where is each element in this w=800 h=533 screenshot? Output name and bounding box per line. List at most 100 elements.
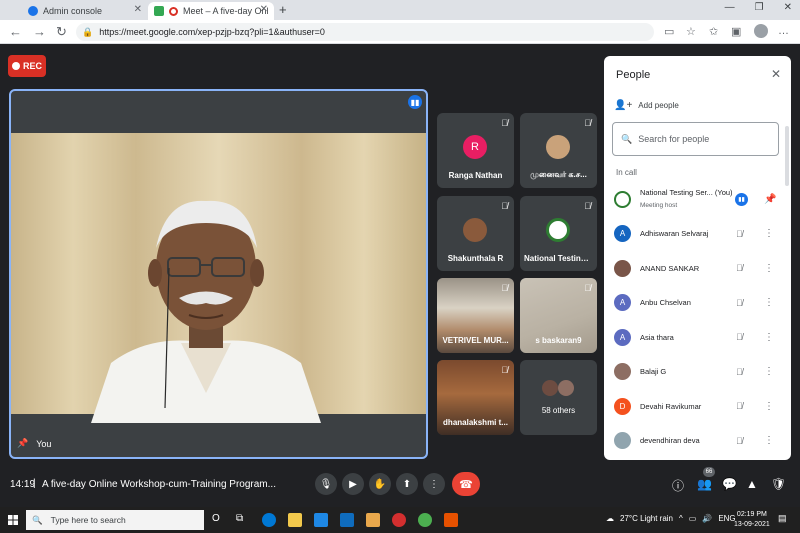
- task-view-icon[interactable]: ⧉: [236, 513, 250, 527]
- pin-icon[interactable]: 📌: [17, 438, 28, 449]
- more-options-icon[interactable]: ⋮: [764, 332, 774, 343]
- record-dot-icon: [11, 62, 20, 70]
- others-count: 58 others: [541, 406, 576, 415]
- present-button[interactable]: ⬆: [396, 473, 418, 495]
- avatar: [614, 363, 631, 381]
- participant-list: National Testing Ser... (You) Meeting ho…: [604, 182, 791, 458]
- opera-icon[interactable]: [392, 513, 406, 527]
- participant-name: Adhiswaran Selvaraj: [640, 229, 709, 239]
- participant-name: Anbu Chselvan: [640, 298, 691, 308]
- reload-icon[interactable]: ↻: [56, 24, 67, 40]
- close-window-icon[interactable]: ✕: [784, 2, 792, 13]
- avatar: [614, 190, 631, 208]
- file-explorer-icon[interactable]: [288, 513, 302, 527]
- list-item[interactable]: National Testing Ser... (You) Meeting ho…: [604, 182, 791, 217]
- speaking-indicator-icon: ▮▮: [408, 95, 422, 109]
- more-menu-icon[interactable]: …: [778, 25, 789, 37]
- maximize-icon[interactable]: ❐: [755, 2, 764, 13]
- mail-icon[interactable]: [340, 513, 354, 527]
- meeting-details-icon[interactable]: ⓘ: [672, 477, 684, 494]
- list-item[interactable]: A Adhiswaran Selvaraj 🎙̸ ⋮: [604, 217, 791, 252]
- new-tab-button[interactable]: +: [279, 2, 287, 17]
- add-people-button[interactable]: 👤+ Add people: [614, 100, 679, 111]
- close-tab-icon[interactable]: ✕: [134, 4, 142, 15]
- google-meet-icon: [154, 6, 164, 16]
- chat-icon[interactable]: 💬: [722, 477, 737, 491]
- participant-tile[interactable]: 🎙̸ முனைவர் க.ச...: [520, 113, 597, 188]
- search-people-input[interactable]: 🔍 Search for people: [612, 122, 779, 156]
- list-item[interactable]: A Asia thara 🎙̸ ⋮: [604, 320, 791, 355]
- list-item[interactable]: A Anbu Chselvan 🎙̸ ⋮: [604, 286, 791, 321]
- favorites-icon[interactable]: ✩: [709, 25, 718, 38]
- close-tab-icon[interactable]: ✕: [260, 4, 268, 15]
- office-icon[interactable]: [444, 513, 458, 527]
- participant-tile[interactable]: 🎙̸ VETRIVEL MUR...: [437, 278, 514, 353]
- tab-title: Meet – A five-day Online Wo: [183, 6, 268, 16]
- more-options-button[interactable]: ⋮: [423, 473, 445, 495]
- participant-name: s baskaran9: [535, 336, 582, 345]
- more-options-icon[interactable]: ⋮: [764, 228, 774, 239]
- edge-icon[interactable]: [262, 513, 276, 527]
- notifications-icon[interactable]: ▤: [778, 513, 792, 527]
- paint-icon[interactable]: [366, 513, 380, 527]
- participant-name: devendhiran deva: [640, 436, 700, 446]
- profile-avatar[interactable]: [754, 24, 768, 38]
- list-item[interactable]: devendhiran deva 🎙̸ ⋮: [604, 424, 791, 459]
- taskbar-clock[interactable]: 02:19 PM 13-09-2021: [734, 510, 770, 530]
- list-item[interactable]: ANAND SANKAR 🎙̸ ⋮: [604, 251, 791, 286]
- tab-google-meet[interactable]: Meet – A five-day Online Wo ✕: [148, 2, 274, 20]
- store-icon[interactable]: [314, 513, 328, 527]
- more-options-icon[interactable]: ⋮: [764, 366, 774, 377]
- windows-start-icon[interactable]: [8, 515, 18, 525]
- speaker-figure: [91, 200, 321, 423]
- more-options-icon[interactable]: ⋮: [764, 263, 774, 274]
- more-options-icon[interactable]: ⋮: [764, 297, 774, 308]
- scrollbar[interactable]: [785, 126, 789, 186]
- meeting-time: 14:19: [10, 479, 36, 490]
- mic-off-icon: 🎙̸: [736, 366, 743, 377]
- taskbar-search-input[interactable]: 🔍 Type here to search: [26, 510, 204, 530]
- participant-tile[interactable]: 🎙̸ dhanalakshmi t...: [437, 360, 514, 435]
- raise-hand-button[interactable]: ✋: [369, 473, 391, 495]
- host-controls-icon[interactable]: 🛡: [771, 477, 786, 491]
- url-bar[interactable]: 🔒 https://meet.google.com/xep-pzjp-bzq?p…: [76, 23, 654, 41]
- hidden-icons-chevron-icon[interactable]: ^: [679, 514, 683, 523]
- volume-icon[interactable]: 🔊: [702, 514, 712, 523]
- chrome-icon[interactable]: [418, 513, 432, 527]
- weather-text[interactable]: 27°C Light rain: [620, 514, 673, 523]
- participant-tile[interactable]: 🎙̸ National Testing ...: [520, 196, 597, 271]
- avatar: D: [614, 397, 631, 415]
- end-call-button[interactable]: ☎: [452, 472, 480, 496]
- recording-indicator-icon: [169, 6, 178, 16]
- back-icon[interactable]: ←: [9, 24, 22, 39]
- participant-tile[interactable]: 🎙̸ s baskaran9: [520, 278, 597, 353]
- participant-tile[interactable]: 🎙̸ Shakunthala R: [437, 196, 514, 271]
- avatar: [558, 380, 574, 396]
- participant-tile[interactable]: 🎙̸ R Ranga Nathan: [437, 113, 514, 188]
- main-speaker-tile[interactable]: ▮▮ 📌 You: [9, 89, 428, 459]
- activities-icon[interactable]: ▲: [746, 477, 758, 491]
- close-icon[interactable]: ✕: [771, 67, 781, 81]
- network-icon[interactable]: ▭: [689, 514, 697, 523]
- more-options-icon[interactable]: ⋮: [764, 401, 774, 412]
- mic-off-icon: 🎙̸: [736, 332, 743, 343]
- forward-icon[interactable]: →: [33, 24, 46, 39]
- favorite-star-icon[interactable]: ☆: [686, 25, 696, 38]
- mic-off-icon: 🎙̸: [584, 283, 591, 293]
- camera-button[interactable]: ▶: [342, 473, 364, 495]
- list-item[interactable]: D Devahi Ravikumar 🎙̸ ⋮: [604, 389, 791, 424]
- minimize-icon[interactable]: —: [725, 2, 735, 13]
- others-tile[interactable]: 58 others: [520, 360, 597, 435]
- camera-in-use-icon[interactable]: ▭: [664, 25, 674, 38]
- speaker-name: You: [36, 438, 52, 449]
- taskbar-search-placeholder: Type here to search: [50, 515, 126, 525]
- cortana-icon[interactable]: O: [212, 513, 226, 527]
- pin-icon[interactable]: 📌: [764, 194, 776, 205]
- microphone-button[interactable]: 🎙: [315, 473, 337, 495]
- people-icon[interactable]: 👥: [697, 477, 712, 491]
- list-item[interactable]: Balaji G 🎙̸ ⋮: [604, 355, 791, 390]
- collections-icon[interactable]: ▣: [731, 25, 741, 38]
- tab-admin-console[interactable]: Admin console ✕: [22, 2, 148, 20]
- more-options-icon[interactable]: ⋮: [764, 435, 774, 446]
- address-toolbar: ← → ↻ 🔒 https://meet.google.com/xep-pzjp…: [0, 20, 800, 44]
